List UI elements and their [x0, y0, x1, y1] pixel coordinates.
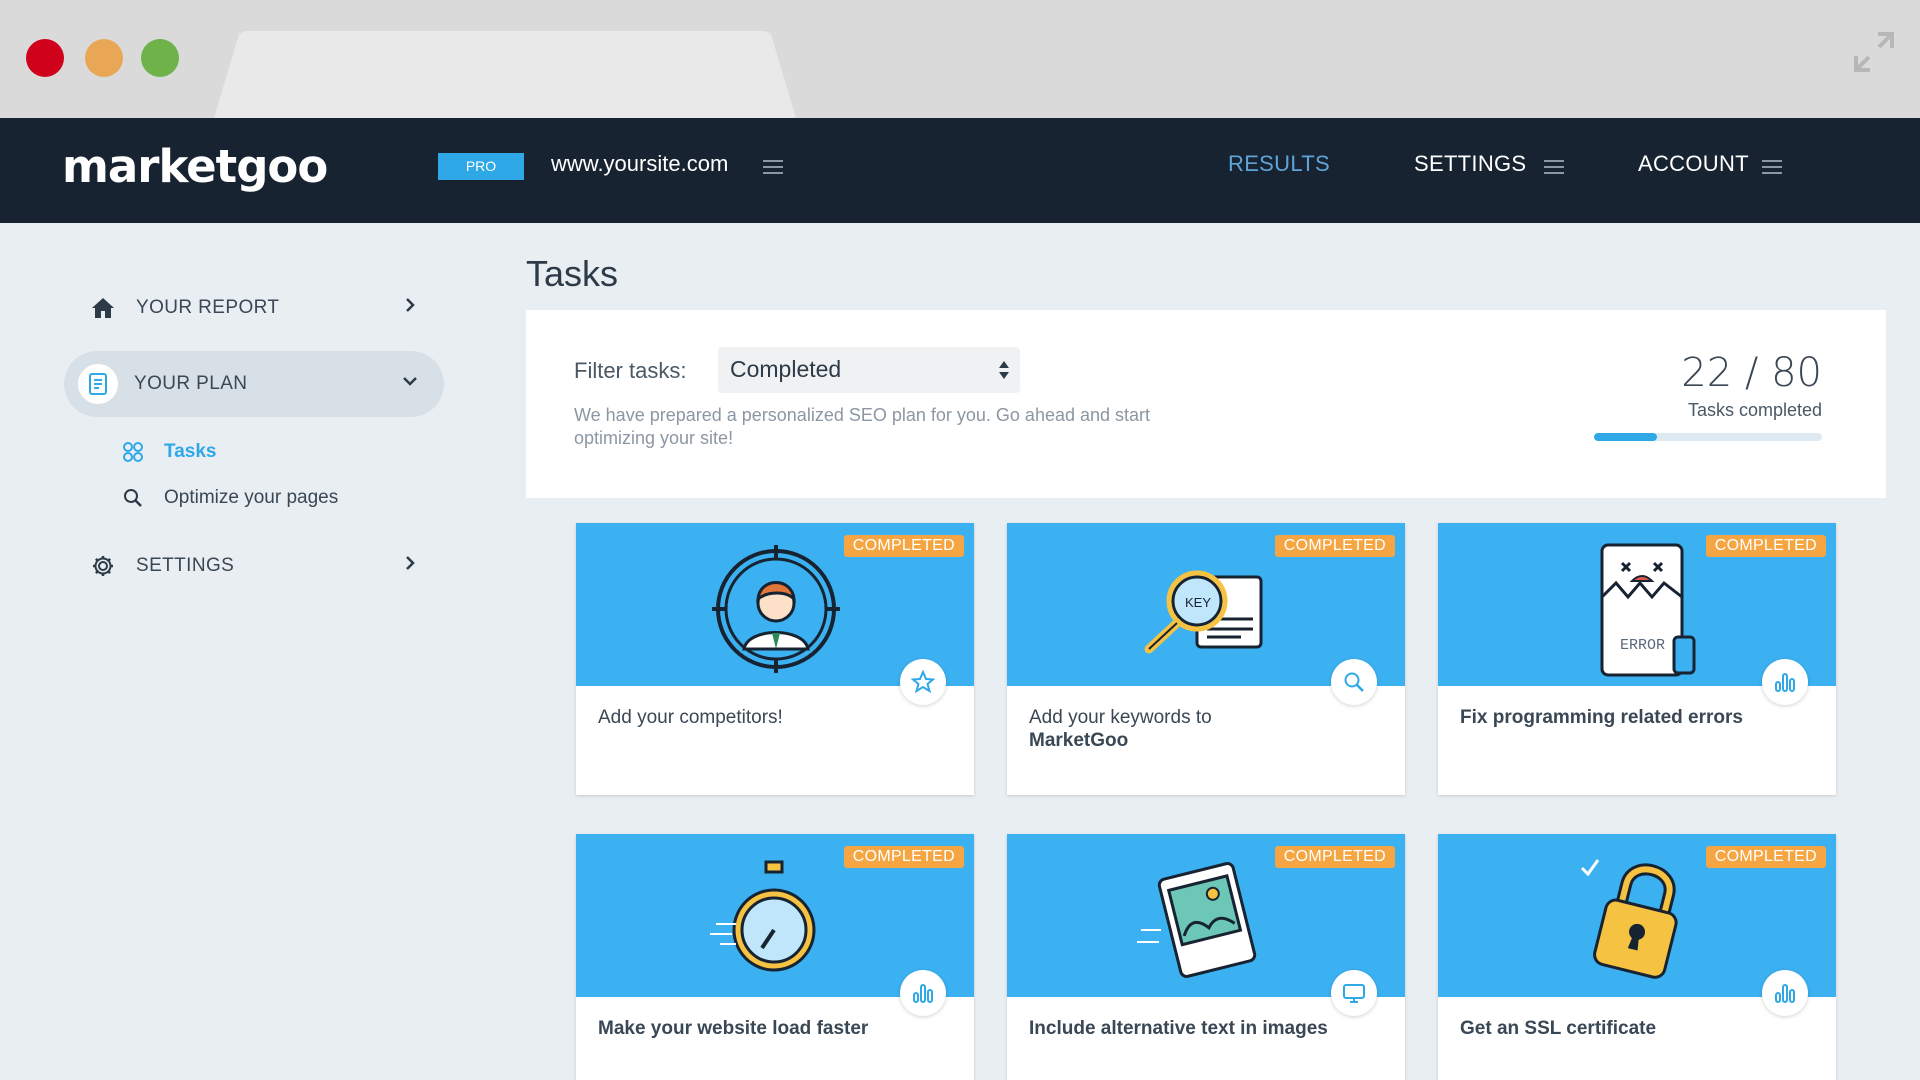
sidebar-subitem-label: Tasks	[164, 441, 217, 462]
search-icon	[124, 489, 142, 507]
task-card[interactable]: COMPLETED Include alternative text in im…	[1007, 834, 1405, 1080]
browser-tab[interactable]	[214, 31, 796, 118]
filter-panel: Filter tasks: Completed We have prepared…	[526, 310, 1886, 498]
task-card[interactable]: KEY COMPLETED Add your keywords to Market…	[1007, 523, 1405, 795]
task-card[interactable]: COMPLETED Get an SSL certificate	[1438, 834, 1836, 1080]
logo[interactable]: marketgoo	[62, 140, 328, 193]
completed-badge: COMPLETED	[1274, 846, 1395, 868]
nav-results[interactable]: RESULTS	[1228, 151, 1330, 177]
bar-chart-icon[interactable]	[1762, 659, 1808, 705]
bar-chart-icon[interactable]	[1762, 970, 1808, 1016]
site-menu-icon[interactable]	[763, 160, 783, 175]
sidebar-item-label: YOUR REPORT	[136, 297, 280, 318]
task-card-title: Get an SSL certificate	[1460, 1018, 1657, 1039]
sidebar-item-your-plan[interactable]: YOUR PLAN	[64, 351, 444, 417]
error-label: ERROR	[1620, 637, 1665, 654]
key-label: KEY	[1185, 595, 1211, 610]
task-card[interactable]: ERROR COMPLETED Fix programming related …	[1438, 523, 1836, 795]
sidebar-item-settings[interactable]: SETTINGS	[64, 533, 444, 599]
task-card-title: Add your competitors!	[598, 707, 783, 728]
keyword-magnifier-illustration: KEY	[1144, 570, 1263, 654]
chevron-down-icon	[403, 377, 417, 386]
task-card-title: Add your keywords to MarketGoo	[1029, 707, 1212, 751]
task-card-title: Include alternative text in images	[1029, 1018, 1328, 1039]
site-selector[interactable]: www.yoursite.com	[551, 151, 728, 177]
competitor-illustration	[712, 545, 840, 673]
task-card[interactable]: COMPLETED Add your competitors!	[576, 523, 974, 795]
sidebar-subitem-optimize[interactable]: Optimize your pages	[122, 487, 338, 509]
gear-icon	[90, 553, 116, 579]
page-title: Tasks	[526, 253, 619, 294]
completed-badge: COMPLETED	[843, 535, 964, 557]
tasks-progress-fill	[1594, 433, 1657, 441]
filter-description: We have prepared a personalized SEO plan…	[574, 405, 1151, 448]
tasks-completed-count: 22 / 80	[1681, 350, 1822, 396]
completed-badge: COMPLETED	[843, 846, 964, 868]
account-menu-icon[interactable]	[1762, 160, 1782, 175]
home-icon	[90, 295, 116, 321]
document-icon	[78, 364, 118, 404]
settings-menu-icon[interactable]	[1544, 160, 1564, 175]
sidebar: YOUR REPORT YOUR PLAN Tasks Optimize you…	[0, 223, 480, 1080]
minimize-window-button[interactable]	[85, 39, 123, 77]
nav-account[interactable]: ACCOUNT	[1638, 151, 1749, 177]
nav-settings[interactable]: SETTINGS	[1414, 151, 1526, 177]
chevron-right-icon	[406, 298, 415, 312]
select-arrows-icon	[999, 361, 1009, 379]
completed-badge: COMPLETED	[1705, 535, 1826, 557]
maximize-window-button[interactable]	[141, 39, 179, 77]
plan-badge: PRO	[438, 153, 524, 180]
bar-chart-icon[interactable]	[900, 970, 946, 1016]
filter-select[interactable]: Completed	[718, 347, 1020, 393]
monitor-icon[interactable]	[1331, 970, 1377, 1016]
star-icon[interactable]	[900, 659, 946, 705]
grid-icon	[123, 442, 143, 462]
tasks-completed-label: Tasks completed	[1687, 400, 1822, 420]
task-card-title: Fix programming related errors	[1460, 707, 1743, 728]
expand-icon[interactable]	[1852, 30, 1896, 74]
stopwatch-illustration	[710, 860, 816, 972]
top-navigation: marketgoo PRO www.yoursite.com RESULTS S…	[0, 118, 1920, 223]
padlock-illustration	[1580, 859, 1678, 979]
app-body: YOUR REPORT YOUR PLAN Tasks Optimize you…	[0, 223, 1920, 1080]
close-window-button[interactable]	[26, 39, 64, 77]
error-page-illustration: ERROR	[1600, 543, 1696, 677]
filter-label: Filter tasks:	[574, 358, 687, 383]
task-card-title: Make your website load faster	[598, 1018, 869, 1039]
completed-badge: COMPLETED	[1274, 535, 1395, 557]
sidebar-item-your-report[interactable]: YOUR REPORT	[64, 275, 444, 341]
sidebar-item-label: SETTINGS	[136, 555, 235, 576]
completed-badge: COMPLETED	[1705, 846, 1826, 868]
filter-select-value: Completed	[730, 356, 842, 382]
search-icon[interactable]	[1331, 659, 1377, 705]
chevron-right-icon	[406, 556, 415, 570]
sidebar-subitem-label: Optimize your pages	[164, 487, 339, 508]
tasks-progress-bar	[1594, 433, 1822, 441]
sidebar-subitem-tasks[interactable]: Tasks	[122, 441, 216, 463]
window-chrome	[0, 0, 1920, 118]
task-card[interactable]: COMPLETED Make your website load faster	[576, 834, 974, 1080]
main-content: Tasks Filter tasks: Completed We have pr…	[526, 223, 1886, 1080]
image-alt-illustration	[1137, 862, 1257, 978]
sidebar-item-label: YOUR PLAN	[134, 373, 248, 394]
